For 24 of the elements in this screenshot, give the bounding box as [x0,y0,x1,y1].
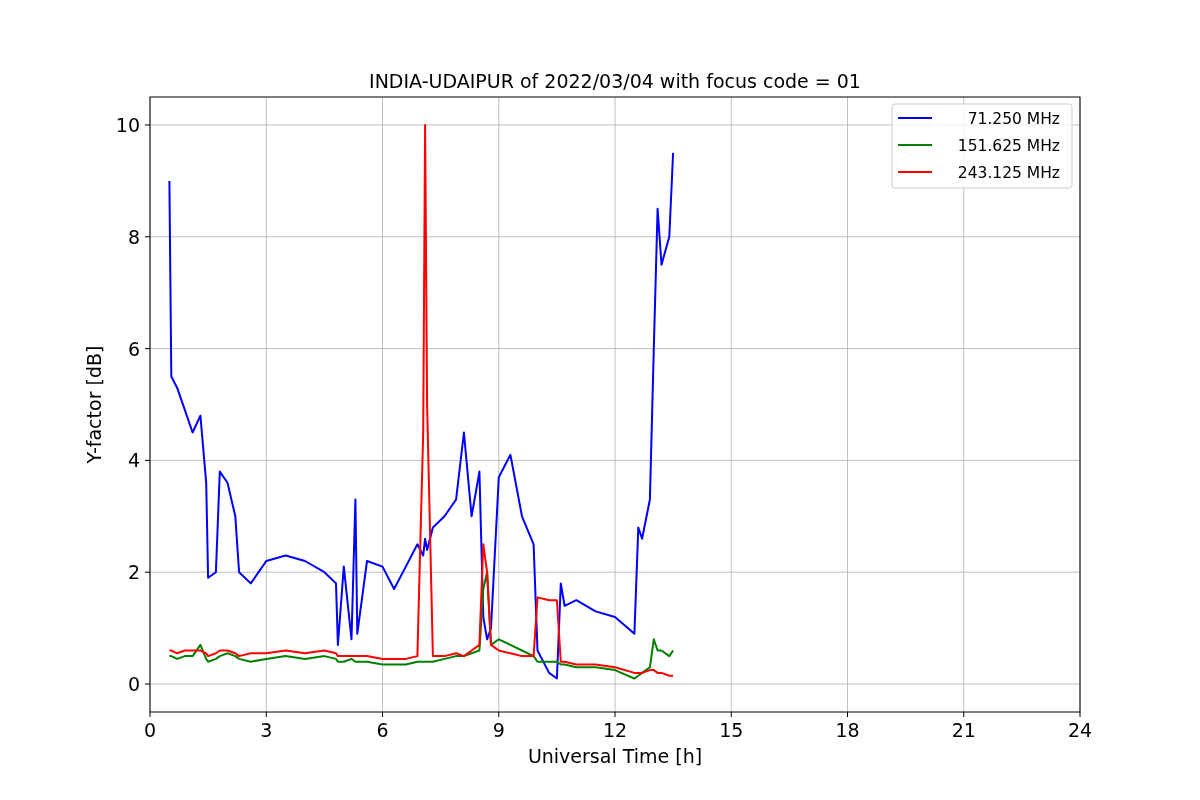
chart-title: INDIA-UDAIPUR of 2022/03/04 with focus code = 01 [369,70,861,92]
legend-label: 71.250 MHz [967,110,1060,128]
legend-label: 243.125 MHz [957,164,1060,182]
x-tick-label: 0 [143,719,157,741]
x-tick-label: 12 [602,719,628,741]
y-tick-label: 0 [127,673,140,696]
x-tick-label: 24 [1067,719,1093,741]
y-tick-label: 10 [115,113,140,136]
y-tick-label: 2 [127,561,140,584]
legend-line [897,117,933,119]
legend-line [897,171,933,173]
x-tick-label: 9 [492,719,505,741]
y-axis-label: Y-factor [dB] [83,345,105,464]
x-tick-label: 21 [951,719,976,741]
x-tick-label: 15 [719,719,744,741]
legend-line [897,144,933,146]
x-axis-label: Universal Time [h] [527,745,703,767]
legend-label: 151.625 MHz [957,137,1060,155]
y-tick-label: 8 [127,225,140,248]
x-tick-label: 18 [835,719,860,741]
x-tick-label: 6 [376,719,389,741]
x-tick-label: 3 [260,719,273,741]
y-tick-label: 6 [127,337,140,360]
y-tick-label: 4 [127,449,140,472]
